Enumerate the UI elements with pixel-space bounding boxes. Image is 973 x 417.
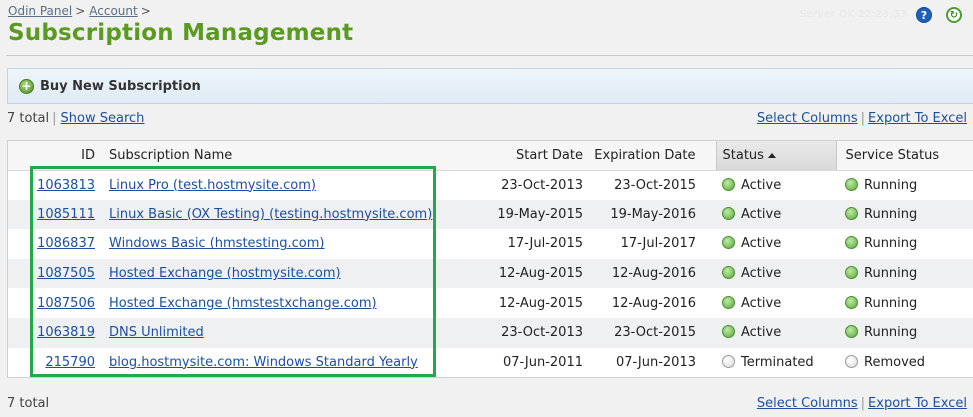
service-status-text: Running [864,177,918,193]
total-count: 7 total [7,111,50,126]
column-header-service-status[interactable]: Service Status [836,141,973,171]
subscription-name-link[interactable]: Linux Pro (test.hostmysite.com) [109,178,316,193]
service-running-icon [845,325,858,339]
toolbar-divider: | [52,111,57,126]
sort-ascending-icon [767,152,776,158]
export-to-excel-link[interactable]: Export To Excel [868,396,967,411]
subscription-id-link[interactable]: 1063813 [37,178,95,193]
status-text: Active [741,325,782,341]
refresh-icon[interactable]: ↻ [946,7,962,23]
service-running-icon [845,266,858,280]
subscription-id-link[interactable]: 1087505 [37,266,95,281]
page-title: Subscription Management [8,20,354,46]
breadcrumb-link-account[interactable]: Account [89,4,137,18]
table-row: 1085111 Linux Basic (OX Testing) (testin… [8,199,973,230]
start-date: 07-Jun-2011 [471,347,589,378]
show-search-link[interactable]: Show Search [61,111,145,126]
expiration-date: 12-Aug-2016 [589,258,716,289]
service-status-text: Running [864,266,918,282]
subscription-name-link[interactable]: Linux Basic (OX Testing) (testing.hostmy… [109,207,432,222]
start-date: 17-Jul-2015 [471,229,589,259]
export-to-excel-link[interactable]: Export To Excel [868,111,967,126]
service-status-text: Removed [864,354,926,370]
subscription-name-link[interactable]: Hosted Exchange (hmstestxchange.com) [109,296,377,311]
status-active-icon [722,295,735,309]
service-status-text: Running [864,295,918,311]
service-status-text: Running [864,206,918,222]
toolbar-divider: | [860,396,866,411]
column-header-name[interactable]: Subscription Name [101,141,471,171]
select-columns-link[interactable]: Select Columns [757,111,858,126]
status-text: Active [741,266,782,282]
column-header-expiration-date[interactable]: Expiration Date [589,141,716,171]
toolbar-divider: | [860,111,866,126]
status-text: Active [741,236,782,252]
service-status-text: Running [864,236,918,252]
service-running-icon [845,177,858,191]
start-date: 19-May-2015 [471,199,589,230]
breadcrumb-separator: > [140,4,151,18]
subscription-id-link[interactable]: 1086837 [37,236,95,251]
start-date: 12-Aug-2015 [471,258,589,289]
service-running-icon [845,236,858,250]
plus-circle-icon[interactable]: + [19,78,34,94]
table-row: 1087505 Hosted Exchange (hostmysite.com)… [8,258,973,289]
select-columns-link[interactable]: Select Columns [757,396,858,411]
start-date: 12-Aug-2015 [471,288,589,318]
status-text: Terminated [741,354,814,370]
expiration-date: 17-Jul-2017 [589,229,716,259]
server-status-text: Server OK 22:23:33 [799,9,907,20]
status-text: Active [741,177,782,193]
column-header-status-label: Status [722,147,764,163]
breadcrumb: Odin Panel > Account > [8,4,155,18]
subscription-id-link[interactable]: 1087506 [37,296,95,311]
column-header-start-date[interactable]: Start Date [471,141,589,171]
table-row: 215790 blog.hostmysite.com: Windows Stan… [8,347,973,378]
action-bar: + Buy New Subscription [7,68,973,104]
table-row: 1087506 Hosted Exchange (hmstestxchange.… [8,288,973,318]
subscription-name-link[interactable]: blog.hostmysite.com: Windows Standard Ye… [109,355,418,370]
subscription-name-link[interactable]: Windows Basic (hmstesting.com) [109,236,325,251]
status-text: Active [741,206,782,222]
expiration-date: 12-Aug-2016 [589,288,716,318]
list-toolbar-top: 7 total | Show Search Select Columns | Expor… [7,111,973,129]
table-row: 1063819 DNS Unlimited 23-Oct-2013 23-Oct… [8,317,973,348]
subscription-id-link[interactable]: 1085111 [37,207,95,222]
subscription-name-link[interactable]: DNS Unlimited [109,325,204,340]
subscriptions-table: ID Subscription Name Start Date Expirati… [7,140,973,379]
service-running-icon [845,206,858,220]
help-icon[interactable]: ? [916,7,932,23]
list-toolbar-bottom: 7 total Select Columns | Export To Excel [7,396,973,414]
breadcrumb-link-odin-panel[interactable]: Odin Panel [8,4,72,18]
service-removed-icon [845,354,858,368]
table-header-row: ID Subscription Name Start Date Expirati… [8,141,973,171]
expiration-date: 07-Jun-2013 [589,347,716,378]
status-active-icon [722,177,735,191]
start-date: 23-Oct-2013 [471,170,589,200]
table-row: 1086837 Windows Basic (hmstesting.com) 1… [8,229,973,259]
status-active-icon [722,206,735,220]
subscription-id-link[interactable]: 215790 [45,355,95,370]
buy-new-subscription-button[interactable]: Buy New Subscription [40,79,201,94]
status-active-icon [722,236,735,250]
table-row: 1063813 Linux Pro (test.hostmysite.com) … [8,170,973,200]
expiration-date: 23-Oct-2015 [589,317,716,348]
subscription-id-link[interactable]: 1063819 [37,325,95,340]
expiration-date: 19-May-2016 [589,199,716,230]
title-divider [6,55,973,56]
status-active-icon [722,266,735,280]
total-count: 7 total [7,396,50,411]
subscription-name-link[interactable]: Hosted Exchange (hostmysite.com) [109,266,341,281]
service-running-icon [845,295,858,309]
service-status-text: Running [864,325,918,341]
start-date: 23-Oct-2013 [471,317,589,348]
status-active-icon [722,325,735,339]
column-header-id[interactable]: ID [8,141,101,171]
breadcrumb-separator: > [75,4,86,18]
column-header-status[interactable]: Status [715,141,837,171]
status-terminated-icon [722,354,735,368]
expiration-date: 23-Oct-2015 [589,170,716,200]
status-text: Active [741,295,782,311]
